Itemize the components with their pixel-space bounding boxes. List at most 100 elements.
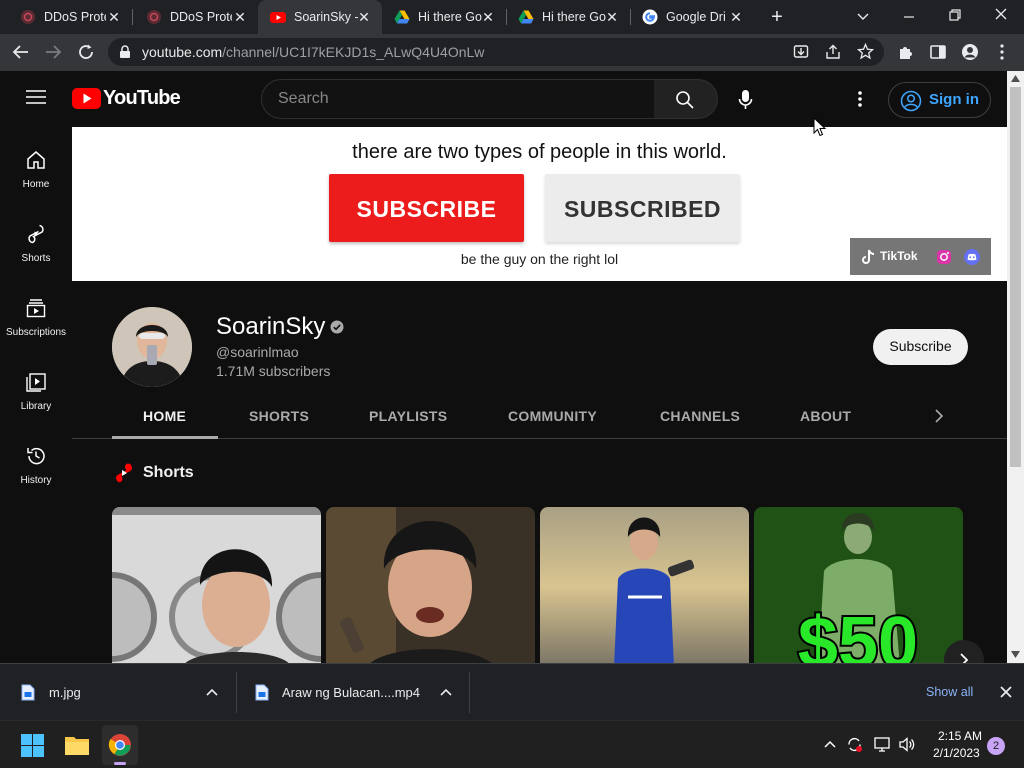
page-scrollbar[interactable] <box>1007 71 1024 663</box>
download-item[interactable]: m.jpg <box>0 664 236 721</box>
scroll-down-arrow-icon[interactable] <box>1011 651 1020 658</box>
url-text: youtube.com/channel/UC1I7kEKJD1s_ALwQ4U4… <box>142 44 485 60</box>
notification-badge[interactable]: 2 <box>987 737 1005 755</box>
profile-icon[interactable] <box>961 43 979 61</box>
address-bar[interactable]: youtube.com/channel/UC1I7kEKJD1s_ALwQ4U4… <box>108 38 884 66</box>
browser-tab[interactable]: DDoS Prote ✕ <box>0 0 132 34</box>
minimize-icon[interactable] <box>902 10 916 24</box>
microphone-icon[interactable] <box>738 89 753 111</box>
browser-tab[interactable]: Hi there Go ✕ <box>382 0 506 34</box>
sign-in-label: Sign in <box>929 91 979 108</box>
network-icon[interactable] <box>873 736 891 753</box>
subscribe-button-label: Subscribe <box>889 338 952 354</box>
tiktok-icon[interactable] <box>861 249 875 265</box>
search-input[interactable]: Search <box>261 79 655 119</box>
tiktok-label[interactable]: TikTok <box>880 249 918 263</box>
discord-icon[interactable] <box>964 249 980 265</box>
mini-sidebar: Home Shorts Subscriptions Library Histor… <box>0 127 72 663</box>
sync-icon[interactable] <box>846 736 863 753</box>
tab-community[interactable]: COMMUNITY <box>508 408 597 424</box>
volume-icon[interactable] <box>898 736 916 753</box>
close-icon[interactable]: ✕ <box>232 9 248 25</box>
youtube-logo[interactable]: YouTube <box>72 87 181 111</box>
sidebar-item-home[interactable]: Home <box>0 149 72 223</box>
scroll-up-arrow-icon[interactable] <box>1011 75 1020 82</box>
scrollbar-thumb[interactable] <box>1010 87 1021 467</box>
browser-tab-title: SoarinSky - <box>294 10 358 24</box>
windows-start-icon[interactable] <box>21 734 44 757</box>
browser-tab-strip: DDoS Prote ✕ DDoS Prote ✕ SoarinSky - ✕ … <box>0 0 1024 34</box>
short-thumbnail-image <box>326 507 535 663</box>
subscriptions-icon <box>26 299 46 318</box>
bookmark-star-icon[interactable] <box>857 43 874 60</box>
search-button[interactable] <box>654 79 718 119</box>
library-icon <box>26 373 46 392</box>
show-hidden-icons-chevron-icon[interactable] <box>824 740 836 748</box>
chevron-up-icon[interactable] <box>206 688 218 696</box>
download-item[interactable]: Araw ng Bulacan....mp4 <box>237 664 469 721</box>
short-thumbnail[interactable] <box>326 507 535 663</box>
reload-icon[interactable] <box>77 43 95 61</box>
sign-in-button[interactable]: Sign in <box>888 82 991 118</box>
side-panel-icon[interactable] <box>929 43 947 61</box>
share-icon[interactable] <box>825 44 841 60</box>
chrome-menu-icon[interactable] <box>995 43 1009 61</box>
sidebar-item-shorts[interactable]: Shorts <box>0 223 72 297</box>
tabs-scroll-right-icon[interactable] <box>934 409 944 423</box>
image-file-icon <box>21 684 35 701</box>
chevron-up-icon[interactable] <box>440 688 452 696</box>
settings-more-icon[interactable] <box>856 90 864 108</box>
banner-subscribed-graphic: SUBSCRIBED <box>545 174 740 242</box>
tab-home[interactable]: HOME <box>143 408 186 424</box>
tab-search-chevron-icon[interactable] <box>856 10 870 24</box>
close-downloads-icon[interactable] <box>1000 686 1012 698</box>
tab-playlists[interactable]: PLAYLISTS <box>369 408 447 424</box>
clock-date[interactable]: 2/1/2023 <box>933 746 980 760</box>
forward-arrow-icon[interactable] <box>44 43 62 61</box>
browser-tab-title: DDoS Prote <box>44 10 106 24</box>
browser-tab[interactable]: DDoS Prote ✕ <box>126 0 258 34</box>
extensions-puzzle-icon[interactable] <box>897 43 915 61</box>
sidebar-item-label: Subscriptions <box>5 327 67 338</box>
close-icon[interactable]: ✕ <box>480 9 496 25</box>
shorts-icon <box>28 224 44 244</box>
sidebar-item-history[interactable]: History <box>0 445 72 519</box>
close-icon[interactable]: ✕ <box>604 9 620 25</box>
video-file-icon <box>255 684 269 701</box>
install-app-icon[interactable] <box>793 44 809 60</box>
file-explorer-icon[interactable] <box>64 734 90 756</box>
restore-icon[interactable] <box>948 8 962 22</box>
account-circle-icon <box>900 90 922 112</box>
sidebar-item-library[interactable]: Library <box>0 371 72 445</box>
browser-tab-active[interactable]: SoarinSky - ✕ <box>258 0 382 34</box>
close-icon[interactable]: ✕ <box>728 9 744 25</box>
sidebar-item-subscriptions[interactable]: Subscriptions <box>0 297 72 371</box>
instagram-icon[interactable] <box>936 249 952 265</box>
browser-tab-title: Google Dri <box>666 10 726 24</box>
window-close-icon[interactable] <box>994 7 1008 21</box>
browser-tab[interactable]: Hi there Go ✕ <box>506 0 630 34</box>
subscribe-button[interactable]: Subscribe <box>873 329 968 365</box>
back-arrow-icon[interactable] <box>12 43 30 61</box>
close-icon[interactable]: ✕ <box>356 9 372 25</box>
active-tab-indicator <box>112 436 218 439</box>
chrome-taskbar-button[interactable] <box>102 725 138 765</box>
short-thumbnail[interactable] <box>112 507 321 663</box>
show-all-downloads-link[interactable]: Show all <box>926 685 973 699</box>
new-tab-button[interactable]: + <box>768 7 786 27</box>
history-icon <box>27 447 45 465</box>
short-thumbnail[interactable]: $50 <box>754 507 963 663</box>
close-icon[interactable]: ✕ <box>106 9 122 25</box>
tab-channels[interactable]: CHANNELS <box>660 408 740 424</box>
chrome-icon <box>108 734 131 756</box>
lock-icon[interactable] <box>119 45 131 59</box>
channel-avatar[interactable] <box>112 307 192 387</box>
tab-about[interactable]: ABOUT <box>800 408 851 424</box>
chevron-right-icon <box>960 653 969 663</box>
tab-shorts[interactable]: SHORTS <box>249 408 309 424</box>
clock-time[interactable]: 2:15 AM <box>938 729 982 743</box>
short-thumbnail[interactable] <box>540 507 749 663</box>
sidebar-item-label: Home <box>22 179 50 190</box>
browser-tab[interactable]: Google Dri ✕ <box>630 0 754 34</box>
hamburger-menu-icon[interactable] <box>26 89 46 105</box>
